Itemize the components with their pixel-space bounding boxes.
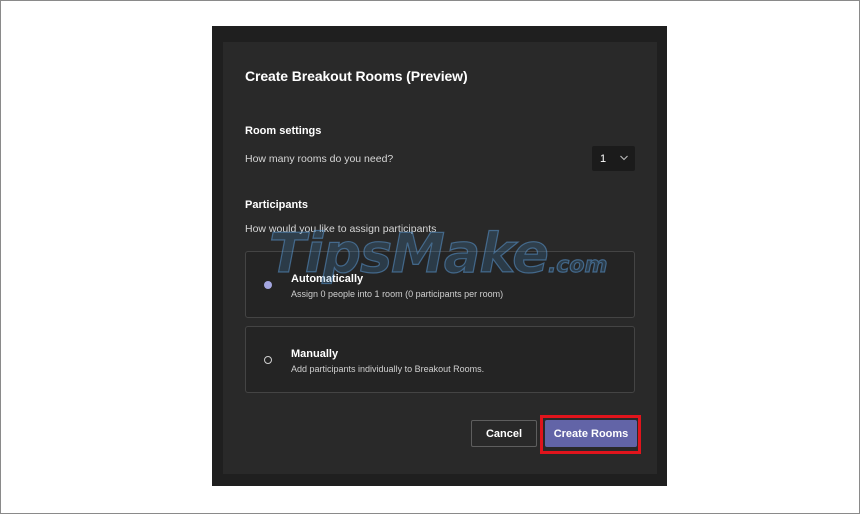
room-settings-heading: Room settings bbox=[245, 125, 322, 137]
room-count-question: How many rooms do you need? bbox=[245, 153, 394, 165]
option-automatically-description: Assign 0 people into 1 room (0 participa… bbox=[291, 289, 504, 299]
room-count-value: 1 bbox=[600, 152, 607, 165]
red-highlight-box bbox=[540, 415, 641, 454]
radio-automatically[interactable] bbox=[264, 281, 272, 289]
option-automatically[interactable]: Automatically Assign 0 people into 1 roo… bbox=[245, 251, 635, 318]
room-count-dropdown[interactable]: 1 bbox=[592, 146, 635, 171]
option-manually[interactable]: Manually Add participants individually t… bbox=[245, 326, 635, 393]
dialog-title: Create Breakout Rooms (Preview) bbox=[245, 68, 468, 84]
participants-heading: Participants bbox=[245, 199, 308, 211]
option-automatically-title: Automatically bbox=[291, 273, 364, 285]
option-manually-title: Manually bbox=[291, 348, 339, 360]
breakout-rooms-dialog: Create Breakout Rooms (Preview) Room set… bbox=[223, 42, 657, 474]
cancel-button[interactable]: Cancel bbox=[471, 420, 537, 447]
chevron-down-icon bbox=[620, 155, 628, 161]
radio-manually[interactable] bbox=[264, 356, 272, 364]
option-manually-description: Add participants individually to Breakou… bbox=[291, 364, 485, 374]
assign-participants-question: How would you like to assign participant… bbox=[245, 223, 437, 235]
